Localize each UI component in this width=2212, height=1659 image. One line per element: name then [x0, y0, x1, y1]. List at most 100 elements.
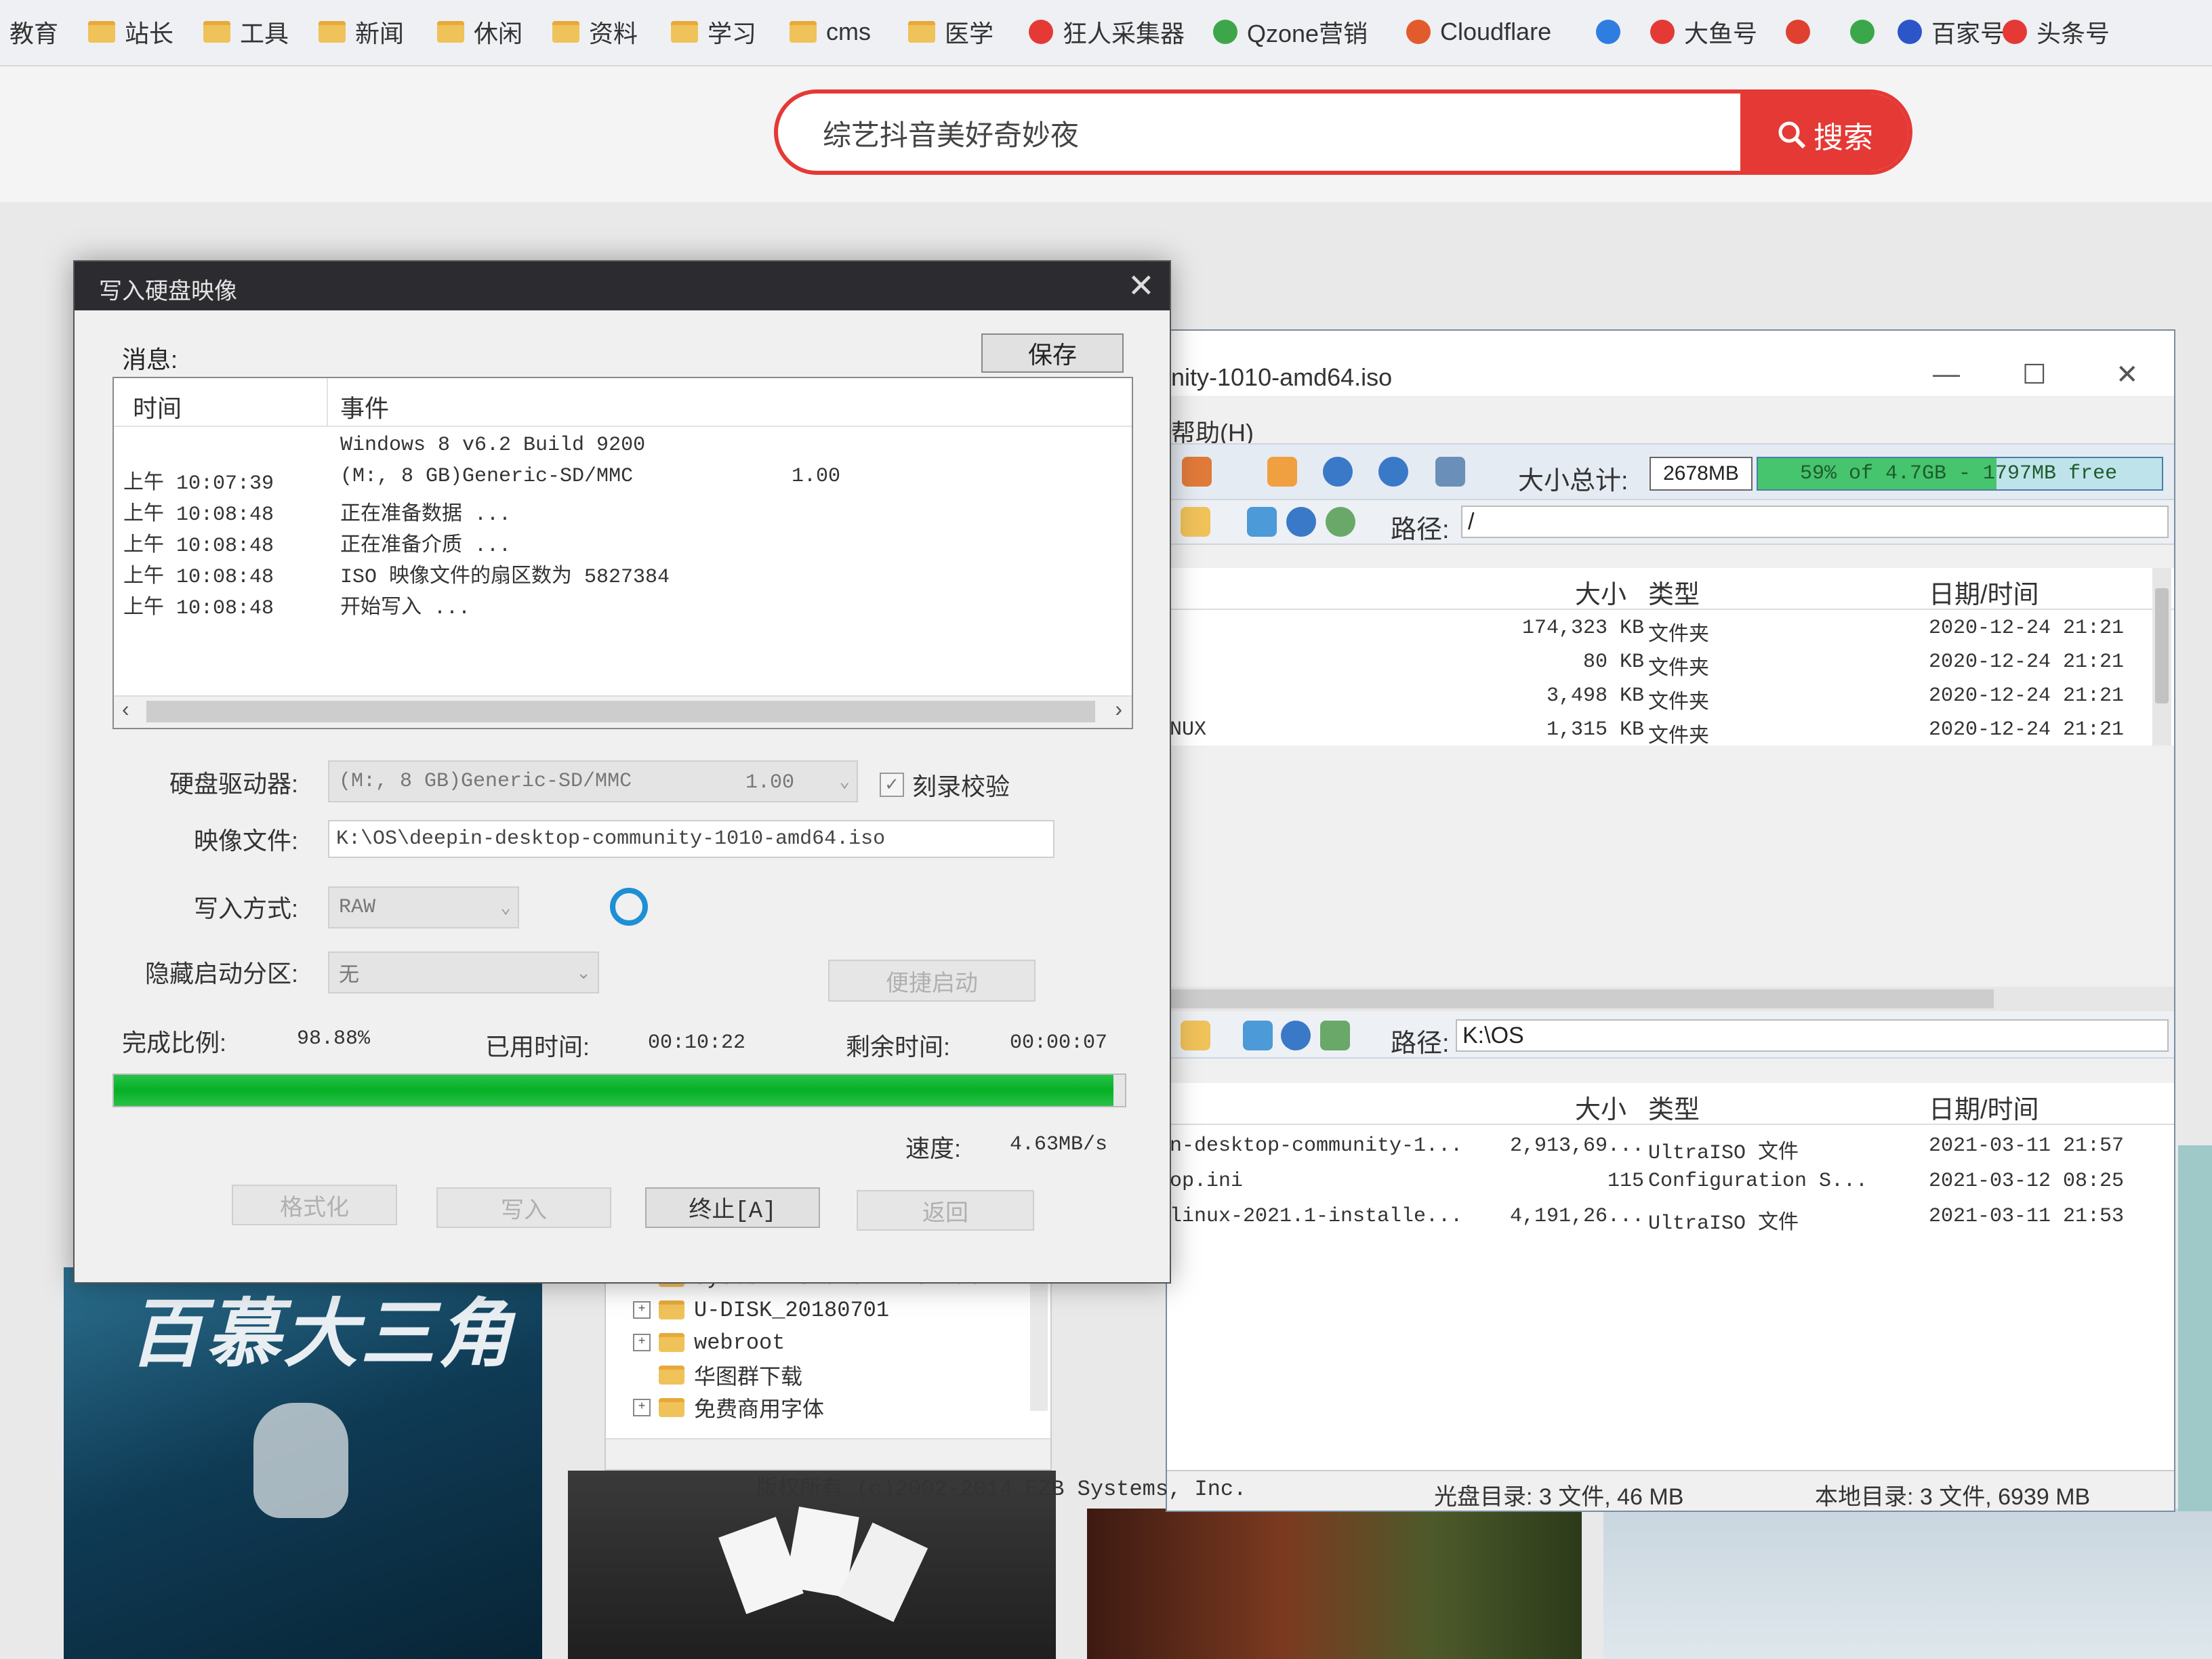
back-button[interactable]: 返回	[857, 1190, 1034, 1231]
new-folder-icon[interactable]	[1181, 507, 1210, 537]
column-size[interactable]: 大小	[1575, 573, 1626, 611]
settings-gear-icon[interactable]	[1281, 1021, 1311, 1050]
log-scroll-thumb[interactable]	[146, 701, 1095, 722]
properties-icon[interactable]	[1247, 507, 1277, 537]
help-icon[interactable]	[1378, 457, 1408, 487]
info-icon[interactable]	[1323, 457, 1353, 487]
search-input[interactable]: 综艺抖音美好奇妙夜 搜索	[774, 89, 1912, 175]
expand-icon[interactable]: +	[633, 1399, 651, 1416]
expand-icon[interactable]: +	[633, 1334, 651, 1351]
iso-horizontal-scrollbar[interactable]	[1167, 987, 2174, 1011]
refresh-icon[interactable]	[1320, 1021, 1350, 1050]
bookmark-item[interactable]: 资料	[552, 15, 638, 49]
bookmark-item[interactable]: 新闻	[319, 15, 404, 49]
verify-checkbox[interactable]: ✓ 刻录校验	[880, 767, 1010, 802]
bookmark-item[interactable]: 学习	[671, 15, 756, 49]
log-time: 上午 10:08:48	[123, 504, 274, 527]
expand-icon[interactable]: +	[633, 1301, 651, 1319]
tree-vertical-scrollbar[interactable]	[1030, 1269, 1048, 1411]
bookmark-item[interactable]: 狂人采集器	[1029, 15, 1185, 49]
poster-thumbnail[interactable]: 百慕大三角	[64, 1267, 542, 1659]
properties-icon[interactable]	[1243, 1021, 1273, 1050]
file-size: 80 KB	[1582, 651, 1644, 674]
fish-icon	[1650, 20, 1675, 44]
file-size: 174,323 KB	[1521, 617, 1644, 640]
local-list-header: 大小 类型 日期/时间	[1167, 1083, 2174, 1125]
iso-file-row[interactable]: NUX 1,315 KB 文件夹 2020-12-24 21:21	[1167, 713, 2174, 745]
hidden-partition-select[interactable]: 无 ⌄	[328, 951, 599, 994]
iso-hscroll-thumb[interactable]	[1167, 989, 1994, 1008]
bookmark-item[interactable]: Qzone营销	[1213, 15, 1368, 49]
bookmark-item[interactable]: cms	[790, 15, 871, 49]
bookmark-item[interactable]	[1850, 15, 1884, 49]
bookmark-item[interactable]	[1786, 15, 1820, 49]
scroll-right-icon[interactable]: ›	[1115, 697, 1122, 722]
snake-thumbnail[interactable]	[1087, 1509, 1582, 1659]
tree-folder-item[interactable]: + U-DISK_20180701	[633, 1294, 889, 1326]
folder-icon	[659, 1366, 684, 1385]
tree-horizontal-scrollbar[interactable]	[606, 1438, 1050, 1469]
write-button[interactable]: 写入	[436, 1187, 611, 1228]
log-time: 上午 10:08:48	[123, 566, 274, 589]
log-horizontal-scrollbar[interactable]: ‹ ›	[114, 695, 1132, 728]
log-row: Windows 8 v6.2 Build 9200	[114, 430, 1132, 461]
column-date[interactable]: 日期/时间	[1929, 1088, 2039, 1126]
write-mode-select[interactable]: RAW ⌄	[328, 886, 519, 928]
mount-icon[interactable]	[1267, 457, 1297, 487]
bookmark-label: 百家号	[1931, 20, 2005, 47]
column-size[interactable]: 大小	[1575, 1088, 1626, 1126]
bookmark-item[interactable]: 百家号	[1898, 15, 2005, 49]
dialog-close-icon[interactable]: ✕	[1128, 267, 1155, 305]
scroll-left-icon[interactable]: ‹	[122, 697, 129, 722]
format-button[interactable]: 格式化	[232, 1185, 397, 1225]
local-path-field[interactable]: K:\OS	[1456, 1019, 2169, 1052]
minimize-button[interactable]: —	[1933, 359, 1960, 390]
new-folder-icon[interactable]	[1181, 1021, 1210, 1050]
local-file-row[interactable]: linux-2021.1-installe... 4,191,26... Ultra…	[1167, 1200, 2174, 1235]
burn-icon[interactable]	[1182, 457, 1212, 487]
refresh-icon[interactable]	[1326, 507, 1355, 537]
bookmark-item[interactable]: Cloudflare	[1406, 15, 1551, 49]
drive-select[interactable]: (M:, 8 GB)Generic-SD/MMC 1.00 ⌄	[328, 760, 858, 802]
bookmark-item[interactable]: 教育	[0, 15, 58, 49]
tree-folder-item[interactable]: + webroot	[633, 1327, 785, 1358]
iso-path-field[interactable]: /	[1461, 506, 2169, 538]
bookmark-label: 工具	[240, 20, 289, 47]
save-log-button[interactable]: 保存	[981, 333, 1124, 373]
checkbox-check-icon[interactable]: ✓	[880, 773, 904, 797]
file-type: 文件夹	[1648, 726, 1709, 745]
tree-folder-label: 华图群下载	[694, 1366, 803, 1391]
bookmark-item[interactable]: 工具	[203, 15, 289, 49]
column-type[interactable]: 类型	[1648, 1088, 1700, 1126]
iso-file-row[interactable]: 80 KB 文件夹 2020-12-24 21:21	[1167, 645, 2174, 681]
maximize-button[interactable]: ☐	[2022, 359, 2047, 390]
bird-thumbnail[interactable]	[1603, 1509, 2212, 1659]
iso-file-row[interactable]: 3,498 KB 文件夹 2020-12-24 21:21	[1167, 679, 2174, 715]
local-file-row[interactable]: op.ini 115 Configuration S... 2021-03-12 08…	[1167, 1164, 2174, 1198]
tree-folder-item[interactable]: + 免费商用字体	[633, 1392, 824, 1423]
bookmark-item[interactable]: 医学	[908, 15, 994, 49]
search-button[interactable]: 搜索	[1740, 94, 1908, 171]
abort-button[interactable]: 终止[A]	[645, 1187, 820, 1228]
tree-folder-item[interactable]: 华图群下载	[633, 1359, 802, 1391]
quick-boot-button[interactable]: 便捷启动	[828, 960, 1036, 1002]
right-teal-thumbnail[interactable]	[2178, 1145, 2212, 1511]
bookmark-item[interactable]: 大鱼号	[1650, 15, 1757, 49]
search-query[interactable]: 综艺抖音美好奇妙夜	[823, 112, 1079, 154]
bookmark-item[interactable]: 休闲	[437, 15, 523, 49]
iso-vertical-scrollbar[interactable]	[2152, 568, 2171, 745]
file-type: 文件夹	[1648, 658, 1709, 681]
exit-icon[interactable]	[1435, 457, 1465, 487]
bookmark-label: 新闻	[355, 20, 405, 47]
column-date[interactable]: 日期/时间	[1929, 573, 2039, 611]
bookmark-item[interactable]: 站长	[88, 15, 173, 49]
iso-scroll-thumb[interactable]	[2155, 588, 2169, 703]
iso-file-row[interactable]: 174,323 KB 文件夹 2020-12-24 21:21	[1167, 611, 2174, 647]
settings-gear-icon[interactable]	[1286, 507, 1316, 537]
bookmark-item[interactable]: 头条号	[2003, 15, 2110, 49]
image-file-field[interactable]: K:\OS\deepin-desktop-community-1010-amd6…	[328, 820, 1054, 858]
local-file-row[interactable]: n-desktop-community-1... 2,913,69... Ultra…	[1167, 1129, 2174, 1165]
close-button[interactable]: ✕	[2116, 359, 2139, 390]
column-type[interactable]: 类型	[1648, 573, 1700, 611]
bookmark-item[interactable]	[1596, 15, 1630, 49]
